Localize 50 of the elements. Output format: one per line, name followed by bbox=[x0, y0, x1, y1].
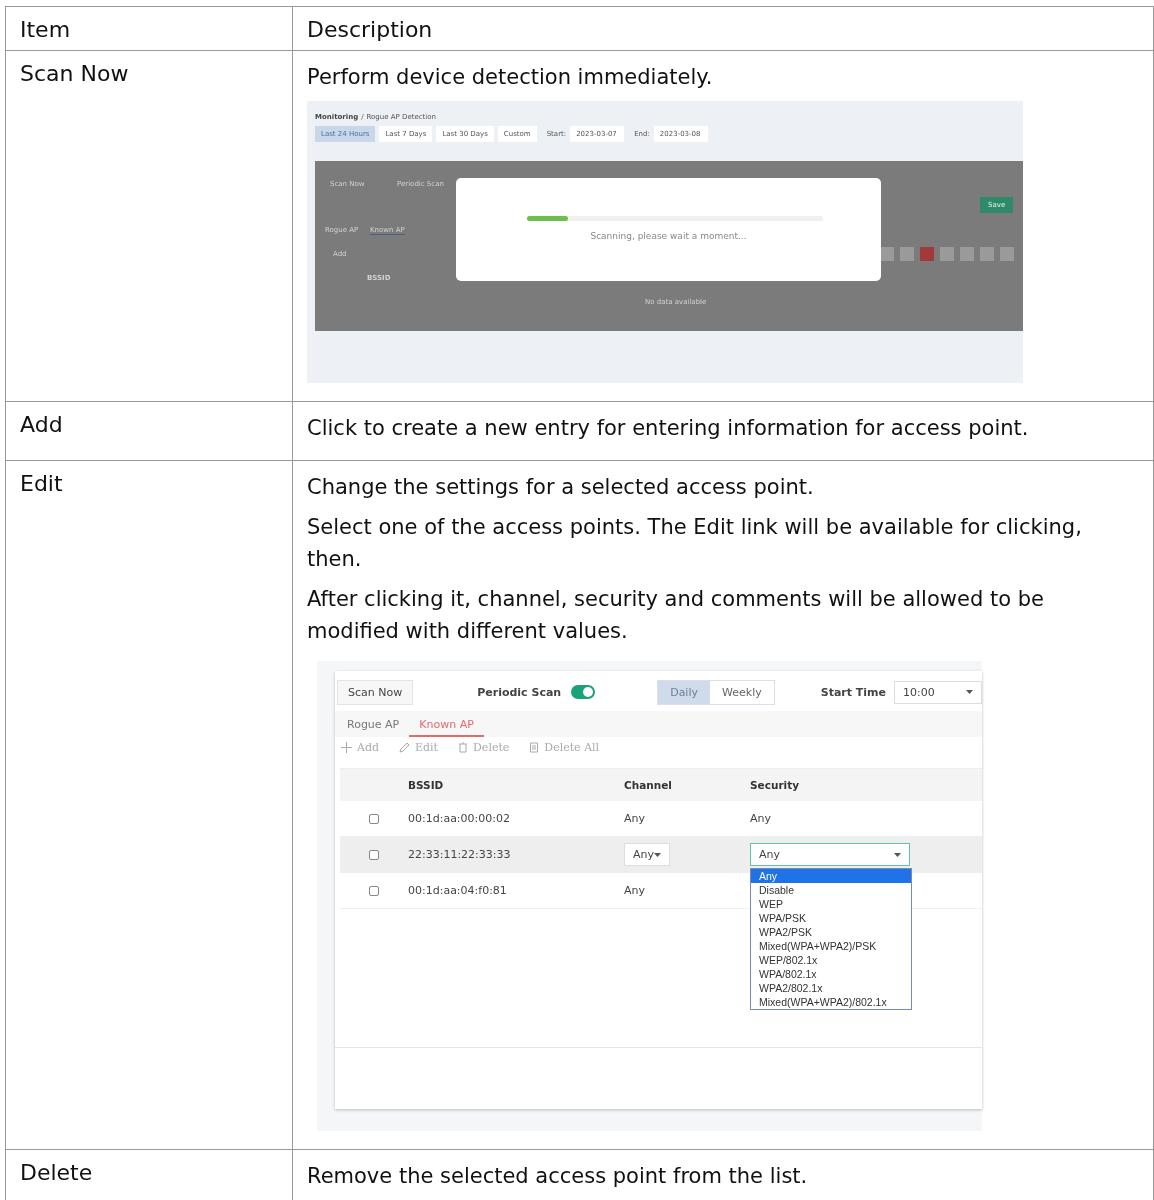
tab[interactable]: Rogue AP bbox=[337, 715, 410, 737]
item-name: Scan Now bbox=[20, 61, 129, 86]
column-header: BSSID bbox=[408, 779, 445, 791]
dropdown-option[interactable]: WPA2/PSK bbox=[751, 925, 911, 939]
description-text: Remove the selected access point from the list. bbox=[307, 1163, 809, 1190]
row-checkbox[interactable] bbox=[369, 885, 379, 896]
dropdown-option[interactable]: Mixed(WPA+WPA2)/802.1x bbox=[751, 995, 911, 1009]
table-cell-text: Any bbox=[750, 812, 772, 825]
description-text: Change the settings for a selected access point. bbox=[307, 474, 815, 501]
start-time-label: Start Time bbox=[820, 685, 886, 699]
item-name: Delete bbox=[20, 1160, 93, 1185]
description-text: Click to create a new entry for entering information for access point. bbox=[307, 415, 1030, 442]
column-header: Item bbox=[20, 17, 71, 42]
start-time-select[interactable]: 10:00 bbox=[894, 680, 982, 704]
dropdown-option[interactable]: WEP/802.1x bbox=[751, 953, 911, 967]
trash-icon bbox=[458, 742, 469, 753]
periodic-scan-label: Periodic Scan bbox=[477, 685, 562, 699]
channel-select[interactable]: Any bbox=[624, 843, 670, 866]
dropdown-option[interactable]: Mixed(WPA+WPA2)/PSK bbox=[751, 939, 911, 953]
table-cell-text: Any bbox=[624, 884, 646, 897]
table-cell-text: 22:33:11:22:33:33 bbox=[408, 848, 512, 861]
column-header: Description bbox=[307, 17, 433, 42]
trash-icon bbox=[529, 742, 540, 753]
table-cell-text: 00:1d:aa:00:00:02 bbox=[408, 812, 511, 825]
dropdown-option[interactable]: WPA/802.1x bbox=[751, 967, 911, 981]
dropdown-option[interactable]: Disable bbox=[751, 883, 911, 897]
dropdown-option[interactable]: WPA2/802.1x bbox=[751, 981, 911, 995]
dropdown-option[interactable]: WPA/PSK bbox=[751, 911, 911, 925]
description-text: After clicking it, channel, security and comments will be allowed to be modified with different values. bbox=[307, 586, 1045, 645]
item-name: Edit bbox=[20, 471, 63, 496]
pencil-icon bbox=[399, 742, 411, 753]
description-text: Perform device detection immediately. bbox=[307, 64, 714, 91]
plus-icon bbox=[341, 742, 352, 753]
column-header: Channel bbox=[624, 779, 673, 791]
caret-icon bbox=[966, 690, 973, 694]
description-text: Select one of the access points. The Edit link will be available for clicking, then. bbox=[307, 514, 1083, 573]
table-cell-text: 00:1d:aa:04:f0:81 bbox=[408, 884, 508, 897]
table-cell-text: Any bbox=[624, 812, 646, 825]
caret-icon bbox=[654, 852, 661, 857]
row-checkbox[interactable] bbox=[369, 813, 379, 824]
scan-now-button[interactable]: Scan Now bbox=[337, 679, 414, 705]
dropdown-option[interactable]: WEP bbox=[751, 897, 911, 911]
column-header: Security bbox=[750, 779, 801, 791]
scanning-message: Scanning, please wait a moment... bbox=[589, 231, 748, 241]
security-select[interactable]: Any bbox=[750, 843, 910, 866]
caret-icon bbox=[894, 852, 901, 857]
toggle-switch[interactable] bbox=[571, 685, 596, 699]
dropdown-option[interactable]: Any bbox=[751, 869, 911, 883]
item-name: Add bbox=[20, 412, 63, 437]
row-checkbox[interactable] bbox=[369, 849, 379, 860]
